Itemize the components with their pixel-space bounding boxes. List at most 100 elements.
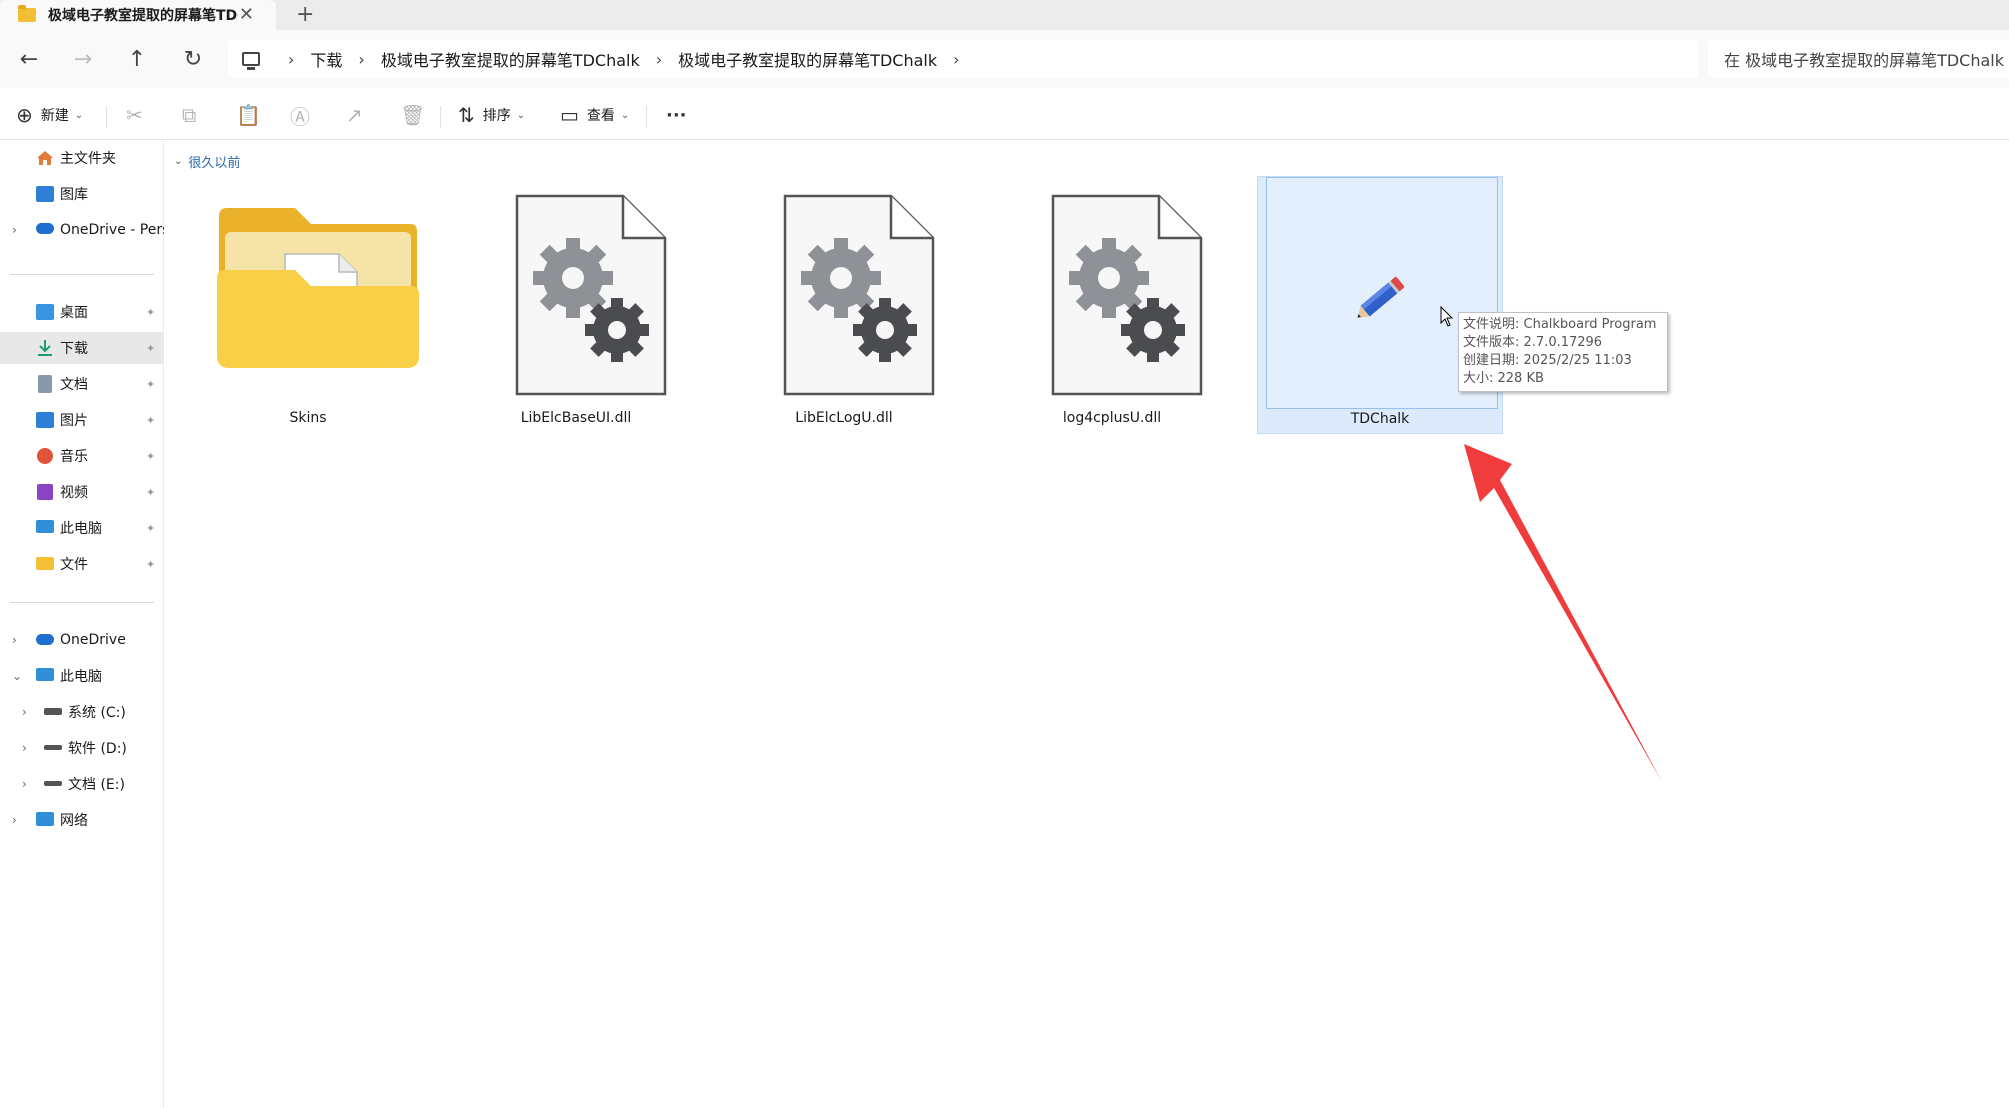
sidebar-item-files[interactable]: 文件 ✦ <box>0 548 164 580</box>
copy-button[interactable]: ⧉ <box>182 102 204 128</box>
close-icon[interactable]: ✕ <box>239 4 254 25</box>
tooltip-version: 文件版本: 2.7.0.17296 <box>1463 335 1603 350</box>
share-icon: ↗ <box>346 103 363 127</box>
search-input[interactable]: 在 极域电子教室提取的屏幕笔TDChalk 中搜索 <box>1708 40 2009 78</box>
tab-bar: 极域电子教室提取的屏幕笔TDC ✕ + <box>0 0 2009 30</box>
paste-button[interactable]: 📋 <box>236 102 269 128</box>
group-header-label: 很久以前 <box>188 156 241 171</box>
cut-button[interactable]: ✂ <box>126 102 151 128</box>
group-header[interactable]: ⌄ 很久以前 <box>174 152 240 171</box>
sidebar-item-documents[interactable]: 文档 ✦ <box>0 368 164 400</box>
expand-chevron-icon[interactable]: › <box>12 813 17 827</box>
view-icon: ▭ <box>560 103 579 127</box>
document-icon <box>38 375 52 393</box>
sidebar-item-label: 文件 <box>60 557 88 573</box>
up-button[interactable]: ↑ <box>120 42 154 76</box>
sidebar-item-label: 主文件夹 <box>60 151 116 167</box>
file-item-skins[interactable]: Skins <box>185 176 431 434</box>
new-button[interactable]: ⊕ 新建 ⌄ <box>16 102 83 128</box>
breadcrumb-item-parent[interactable]: 极域电子教室提取的屏幕笔TDChalk <box>381 47 640 71</box>
video-icon <box>37 484 53 500</box>
sidebar-item-desktop[interactable]: 桌面 ✦ <box>0 296 164 328</box>
expand-chevron-icon[interactable]: › <box>12 223 17 237</box>
expand-chevron-icon[interactable]: › <box>22 741 27 755</box>
view-button-label: 查看 <box>586 108 615 124</box>
more-icon: ··· <box>666 104 687 126</box>
picture-icon <box>36 412 54 428</box>
sort-button[interactable]: ⇅ 排序 ⌄ <box>458 102 525 128</box>
sidebar-item-label: 此电脑 <box>60 669 102 685</box>
divider <box>106 106 107 128</box>
breadcrumb-item-current[interactable]: 极域电子教室提取的屏幕笔TDChalk <box>678 47 937 71</box>
share-button[interactable]: ↗ <box>346 102 371 128</box>
expand-chevron-icon[interactable]: › <box>22 705 27 719</box>
sidebar-item-music[interactable]: 音乐 ✦ <box>0 440 164 472</box>
tab-current-folder[interactable]: 极域电子教室提取的屏幕笔TDC ✕ <box>0 0 276 30</box>
more-options-button[interactable]: ··· <box>666 102 695 128</box>
folder-icon <box>18 5 36 22</box>
divider <box>646 106 647 128</box>
refresh-button[interactable]: ↻ <box>176 42 210 76</box>
file-name: LibElcBaseUI.dll <box>520 410 632 426</box>
pin-icon: ✦ <box>146 521 156 535</box>
file-item-tdchalk[interactable]: TDChalk <box>1257 176 1503 434</box>
collapse-chevron-icon[interactable]: ⌄ <box>12 669 22 683</box>
music-icon <box>37 448 53 464</box>
sidebar-item-network[interactable]: › 网络 <box>0 804 164 836</box>
sidebar-item-pictures[interactable]: 图片 ✦ <box>0 404 164 436</box>
pin-icon: ✦ <box>146 485 156 499</box>
new-tab-button[interactable]: + <box>296 2 314 27</box>
clipboard-icon: 📋 <box>236 103 261 127</box>
sidebar-item-drive-e[interactable]: › 文档 (E:) <box>0 768 164 800</box>
file-name: Skins <box>289 410 327 426</box>
forward-button[interactable]: → <box>66 42 100 76</box>
pin-icon: ✦ <box>146 377 156 391</box>
rename-button[interactable]: Ⓐ <box>290 102 318 129</box>
plus-circle-icon: ⊕ <box>16 103 33 127</box>
sidebar-item-drive-d[interactable]: › 软件 (D:) <box>0 732 164 764</box>
computer-icon <box>242 52 260 70</box>
sidebar-item-this-pc-pinned[interactable]: 此电脑 ✦ <box>0 512 164 544</box>
sidebar-item-gallery[interactable]: 图库 <box>0 178 164 210</box>
cloud-icon <box>36 223 54 234</box>
view-button[interactable]: ▭ 查看 ⌄ <box>560 102 629 128</box>
chevron-down-icon: ⌄ <box>174 156 183 167</box>
sidebar-item-drive-c[interactable]: › 系统 (C:) <box>0 696 164 728</box>
sidebar-item-downloads[interactable]: 下载 ✦ <box>0 332 164 364</box>
sort-button-label: 排序 <box>482 108 511 124</box>
delete-button[interactable]: 🗑 <box>400 102 433 128</box>
breadcrumb-separator[interactable]: › <box>953 50 959 69</box>
folder-icon <box>36 557 54 570</box>
tab-title: 极域电子教室提取的屏幕笔TDC <box>48 8 238 24</box>
back-button[interactable]: ← <box>12 42 46 76</box>
sidebar-item-label: 系统 (C:) <box>68 705 126 721</box>
sidebar-item-label: 桌面 <box>60 305 88 321</box>
file-name: log4cplusU.dll <box>1062 410 1162 426</box>
dll-gear-icon <box>1051 194 1203 396</box>
copy-icon: ⧉ <box>182 103 197 127</box>
annotation-arrow-icon <box>1464 444 1662 782</box>
sidebar-item-home[interactable]: 主文件夹 <box>0 142 164 174</box>
expand-chevron-icon[interactable]: › <box>22 777 27 791</box>
pin-icon: ✦ <box>146 305 156 319</box>
pin-icon: ✦ <box>146 557 156 571</box>
pin-icon: ✦ <box>146 341 156 355</box>
sidebar-item-onedrive-personal[interactable]: › OneDrive - Pers <box>0 214 164 246</box>
pin-icon: ✦ <box>146 413 156 427</box>
sidebar-item-this-pc[interactable]: ⌄ 此电脑 <box>0 660 164 692</box>
breadcrumb-item-downloads[interactable]: 下载 <box>310 47 342 71</box>
dll-gear-icon <box>515 194 667 396</box>
sidebar-item-onedrive[interactable]: › OneDrive <box>0 624 164 656</box>
tooltip-size: 大小: 228 KB <box>1463 371 1544 386</box>
file-name: LibElcLogU.dll <box>795 410 893 426</box>
file-item-libelclogu[interactable]: LibElcLogU.dll <box>721 176 967 434</box>
sidebar-item-videos[interactable]: 视频 ✦ <box>0 476 164 508</box>
file-item-libelcbaseui[interactable]: LibElcBaseUI.dll <box>453 176 699 434</box>
computer-icon <box>36 668 54 681</box>
drive-icon <box>44 781 62 786</box>
address-bar[interactable]: › 下载 › 极域电子教室提取的屏幕笔TDChalk › 极域电子教室提取的屏幕… <box>228 40 1698 78</box>
expand-chevron-icon[interactable]: › <box>12 633 17 647</box>
navigation-bar: ← → ↑ ↻ › 下载 › 极域电子教室提取的屏幕笔TDChalk › 极域电… <box>0 30 2009 88</box>
file-item-log4cplusu[interactable]: log4cplusU.dll <box>989 176 1235 434</box>
navigation-pane: 主文件夹 图库 › OneDrive - Pers 桌面 ✦ 下载 ✦ 文档 ✦… <box>0 140 164 1108</box>
